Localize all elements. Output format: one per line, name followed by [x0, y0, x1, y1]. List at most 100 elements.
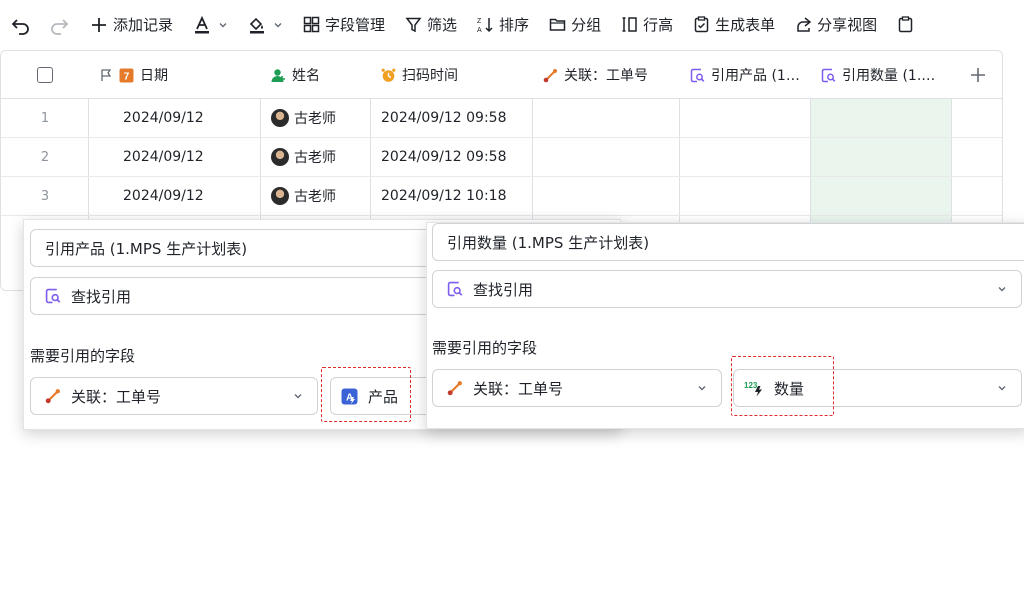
field-title-input[interactable]: 引用数量 (1.MPS 生产计划表) — [432, 223, 1024, 261]
header-link-label: 关联：工单号 — [564, 68, 648, 84]
person-icon — [271, 68, 285, 82]
link-field-select[interactable]: 关联：工单号 — [432, 369, 722, 407]
row-number: 3 — [40, 188, 50, 204]
header-date[interactable]: 7 日期 — [89, 51, 261, 99]
field-type-select[interactable]: 查找引用 — [30, 277, 450, 315]
name-cell[interactable]: 古老师 — [271, 138, 336, 176]
lookup-icon — [690, 68, 705, 82]
lookup-icon — [45, 288, 61, 304]
select-all-checkbox[interactable] — [37, 67, 53, 83]
calendar-icon: 7 — [119, 68, 134, 82]
header-name[interactable]: 姓名 — [261, 51, 371, 99]
table-row[interactable]: 1 2024/09/12 古老师 2024/09/12 09:58 — [1, 99, 1002, 138]
field-title-input[interactable]: 引用产品 (1.MPS 生产计划表) — [30, 229, 450, 267]
redo-icon — [51, 19, 69, 35]
create-form-button[interactable]: 生成表单 — [693, 14, 775, 35]
field-type-text: 查找引用 — [473, 280, 534, 299]
section-label: 需要引用的字段 — [30, 347, 136, 365]
chevron-down-icon — [219, 22, 227, 27]
filter-icon — [405, 17, 422, 33]
create-form-label: 生成表单 — [715, 16, 776, 34]
text-color-icon — [195, 15, 210, 33]
field-config-panel-quantity: 引用数量 (1.MPS 生产计划表) 查找引用 需要引用的字段 关联：工单号 1… — [426, 222, 1024, 429]
svg-text:A: A — [477, 27, 482, 33]
field-title-text: 引用产品 (1.MPS 生产计划表) — [45, 239, 248, 258]
date-cell[interactable]: 2024/09/12 — [123, 99, 204, 137]
avatar — [271, 148, 289, 166]
filter-label: 筛选 — [427, 16, 458, 34]
header-ref-qty[interactable]: 引用数量 (1.… — [811, 51, 952, 99]
scan-time-cell[interactable]: 2024/09/12 09:58 — [381, 138, 507, 176]
date-cell[interactable]: 2024/09/12 — [123, 138, 204, 176]
undo-icon — [11, 19, 29, 35]
annotation-highlight — [731, 356, 834, 416]
svg-text:Z: Z — [477, 18, 482, 25]
avatar — [271, 109, 289, 127]
name-cell[interactable]: 古老师 — [271, 177, 336, 215]
add-record-label: 添加记录 — [113, 16, 174, 34]
link-field-text: 关联：工单号 — [473, 379, 564, 398]
lookup-icon — [821, 68, 836, 82]
redo-button[interactable] — [48, 14, 70, 36]
select-all-cell[interactable] — [1, 51, 89, 99]
table-row[interactable]: 2 2024/09/12 古老师 2024/09/12 09:58 — [1, 138, 1002, 177]
lookup-icon — [447, 281, 463, 297]
text-color-button[interactable] — [193, 15, 228, 34]
avatar — [271, 187, 289, 205]
flag-icon — [101, 69, 112, 81]
share-icon — [797, 17, 812, 32]
header-name-label: 姓名 — [292, 68, 320, 84]
filter-button[interactable]: 筛选 — [405, 14, 457, 35]
link-field-select[interactable]: 关联：工单号 — [30, 377, 318, 415]
row-number: 2 — [40, 149, 50, 165]
row-height-icon — [622, 17, 637, 32]
more-toolbar-button[interactable] — [897, 16, 914, 33]
chevron-down-icon — [294, 394, 302, 399]
chevron-down-icon — [698, 386, 706, 391]
scan-time-cell[interactable]: 2024/09/12 10:18 — [381, 177, 507, 215]
field-type-select[interactable]: 查找引用 — [432, 270, 1022, 308]
field-manage-button[interactable]: 字段管理 — [303, 14, 385, 35]
share-view-button[interactable]: 分享视图 — [795, 14, 877, 35]
field-type-text: 查找引用 — [71, 287, 132, 306]
toolbar: 添加记录 字段管理 筛选 ZA 排序 分组 行高 生成表单 分享视图 — [0, 0, 1024, 50]
undo-button[interactable] — [10, 14, 32, 36]
section-label: 需要引用的字段 — [432, 339, 538, 357]
row-height-button[interactable]: 行高 — [621, 14, 673, 35]
header-ref-product-label: 引用产品 (1… — [711, 68, 800, 84]
header-date-label: 日期 — [140, 68, 168, 84]
sort-icon: ZA — [477, 18, 493, 33]
header-ref-product[interactable]: 引用产品 (1… — [680, 51, 811, 99]
table-row[interactable]: 3 2024/09/12 古老师 2024/09/12 10:18 — [1, 177, 1002, 216]
name-text: 古老师 — [294, 111, 336, 127]
chevron-down-icon — [998, 386, 1006, 391]
chevron-down-icon — [274, 22, 282, 27]
clipboard-icon — [898, 16, 913, 33]
grid-icon — [303, 16, 320, 33]
header-scan-time-label: 扫码时间 — [402, 68, 458, 84]
name-text: 古老师 — [294, 189, 336, 205]
date-cell[interactable]: 2024/09/12 — [123, 177, 204, 215]
row-number: 1 — [40, 110, 50, 126]
sort-button[interactable]: ZA 排序 — [477, 14, 529, 35]
add-column-button[interactable] — [952, 51, 1002, 99]
name-text: 古老师 — [294, 150, 336, 166]
annotation-highlight — [321, 367, 411, 422]
name-cell[interactable]: 古老师 — [271, 99, 336, 137]
fill-color-icon — [249, 17, 265, 33]
fill-color-button[interactable] — [248, 16, 283, 34]
link-field-icon — [543, 68, 557, 82]
add-record-button[interactable]: 添加记录 — [90, 14, 173, 35]
group-label: 分组 — [571, 16, 602, 34]
plus-icon — [92, 17, 106, 32]
group-button[interactable]: 分组 — [549, 14, 601, 35]
header-link[interactable]: 关联：工单号 — [533, 51, 680, 99]
scan-time-cell[interactable]: 2024/09/12 09:58 — [381, 99, 507, 137]
share-view-label: 分享视图 — [817, 16, 878, 34]
table-header: 7 日期 姓名 扫码时间 关联：工单号 引用产品 (1… 引用数量 (1.… — [1, 51, 1002, 99]
link-field-text: 关联：工单号 — [71, 387, 162, 406]
header-scan-time[interactable]: 扫码时间 — [371, 51, 533, 99]
chevron-down-icon — [998, 287, 1006, 292]
link-field-icon — [447, 381, 462, 396]
field-title-text: 引用数量 (1.MPS 生产计划表) — [447, 233, 650, 252]
